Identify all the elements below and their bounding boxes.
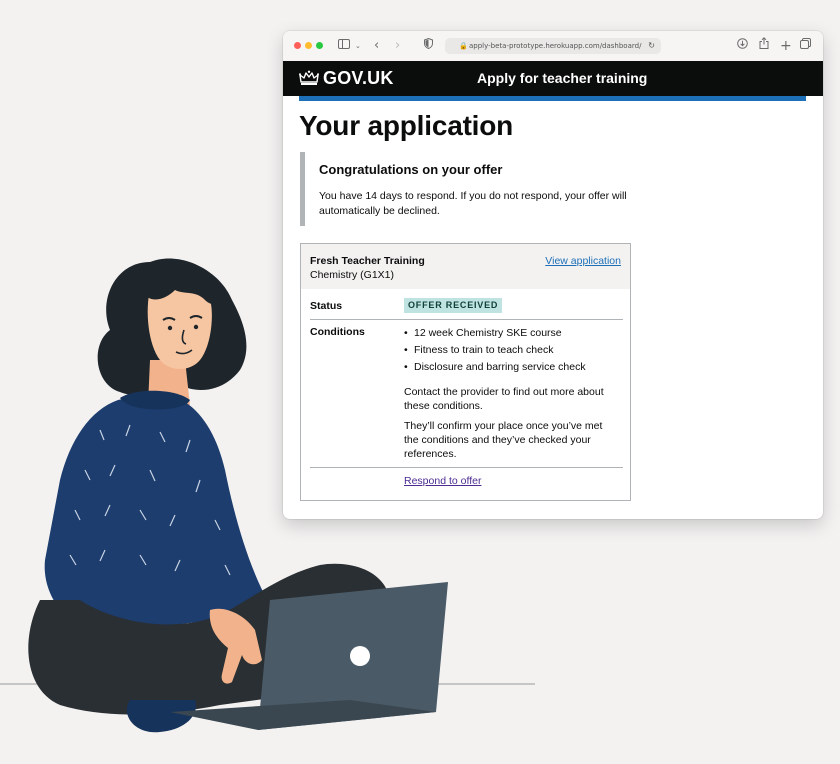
sidebar-icon[interactable] [338,37,350,55]
inset-title: Congratulations on your offer [319,162,503,177]
close-window-button[interactable] [294,42,301,49]
inset-body: You have 14 days to respond. If you do n… [319,190,627,217]
mouth [175,349,193,355]
lock-icon: 🔒 [459,42,468,50]
forward-icon[interactable]: › [395,37,400,55]
privacy-shield-icon[interactable] [424,37,433,55]
page-title: Your application [299,110,514,141]
view-application-link[interactable]: View application [545,254,621,268]
laptop-lid [258,582,448,730]
row-divider [310,467,623,468]
back-icon[interactable]: ‹ [374,37,379,55]
sweater [44,397,270,640]
respond-to-offer-link[interactable]: Respond to offer [404,474,481,488]
laptop-logo [350,646,370,666]
crown-icon [299,70,319,85]
eye [193,324,199,330]
eyebrow [189,315,203,319]
provider-name: Fresh Teacher Training [310,255,425,267]
neck [148,360,190,405]
zoom-window-button[interactable] [316,42,323,49]
application-choice-card: Fresh Teacher Training Chemistry (G1X1) … [300,243,631,501]
condition-item: 12 week Chemistry SKE course [404,325,619,342]
share-icon[interactable] [759,37,769,55]
eyebrow [162,317,176,321]
govuk-logo-link[interactable]: GOV.UK [323,67,394,89]
chevron-down-icon[interactable]: ⌄ [355,37,361,55]
hair-fringe [140,272,219,305]
browser-toolbar: ⌄ ‹ › 🔒 apply-beta-prototype.herokuapp.c… [283,31,823,62]
condition-item: Disclosure and barring service check [404,359,619,376]
address-bar[interactable]: 🔒 apply-beta-prototype.herokuapp.com/das… [445,38,661,54]
conditions-list: 12 week Chemistry SKE course Fitness to … [404,325,619,376]
inset-offer-notice: Congratulations on your offer You have 1… [300,152,635,226]
laptop-base [170,700,436,730]
legs [28,563,391,715]
nose [181,329,187,345]
url-text: apply-beta-prototype.herokuapp.com/dashb… [469,42,642,50]
shoe [126,700,196,733]
condition-item: Fitness to train to teach check [404,342,619,359]
status-badge: Offer received [404,298,503,313]
contact-provider-text: Contact the provider to find out more ab… [404,386,604,412]
minimize-window-button[interactable] [305,42,312,49]
new-tab-icon[interactable]: + [780,37,792,55]
confirm-place-text: They’ll confirm your place once you’ve m… [404,420,603,460]
sweater-collar [120,390,190,410]
reload-icon[interactable]: ↻ [648,38,655,54]
hair [97,258,247,396]
sweater-pattern [69,424,231,576]
status-key: Status [310,300,343,312]
face [147,283,212,369]
service-name-link[interactable]: Apply for teacher training [477,69,647,87]
download-icon[interactable] [737,37,748,55]
card-header: Fresh Teacher Training Chemistry (G1X1) … [301,244,630,289]
row-divider [310,319,623,320]
eye [167,325,173,331]
tabs-overview-icon[interactable] [800,37,811,55]
conditions-key: Conditions [310,326,365,338]
header-blue-bar [299,96,806,101]
govuk-header: GOV.UK Apply for teacher training [283,61,823,96]
browser-window: ⌄ ‹ › 🔒 apply-beta-prototype.herokuapp.c… [283,31,823,519]
hand [209,608,262,684]
course-name: Chemistry (G1X1) [310,269,395,281]
